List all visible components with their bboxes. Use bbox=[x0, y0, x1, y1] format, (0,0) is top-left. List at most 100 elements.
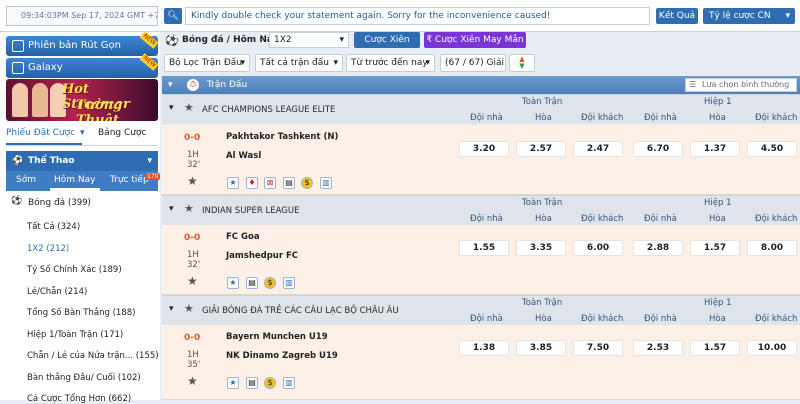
lucky-parlay-label: Cược Xiên May Mắn bbox=[435, 35, 524, 45]
results-button[interactable]: Kết Quả bbox=[656, 8, 698, 24]
tab-live[interactable]: Trực tiếp bbox=[110, 175, 149, 185]
col-home: Đội nhà bbox=[644, 113, 677, 123]
sort-toggle[interactable]: ▲ ▼ bbox=[509, 54, 535, 72]
match-filter-select[interactable]: Tất cả trận đấu ▾ bbox=[255, 54, 343, 72]
league-header[interactable]: ▾ ★ INDIAN SUPER LEAGUE Toàn Trận Hiệp 1… bbox=[162, 195, 800, 225]
col-home: Đội nhà bbox=[644, 314, 677, 324]
top-bar: 09:34:03PM Sep 17, 2024 GMT +7 🔍︎ Kindly… bbox=[0, 0, 800, 32]
live-label: Trận Đấu bbox=[207, 80, 248, 90]
menu-item-all[interactable]: Tất Cả (324) bbox=[27, 222, 80, 232]
favorite-icon[interactable]: ★ bbox=[227, 377, 239, 389]
collapse-icon[interactable]: ▾ bbox=[169, 103, 174, 113]
stats-icon[interactable]: $ bbox=[264, 377, 276, 389]
collapse-icon[interactable]: ▾ bbox=[169, 204, 174, 214]
col-home: Đội nhà bbox=[470, 113, 503, 123]
col-home: Đội nhà bbox=[644, 214, 677, 224]
sports-title: Thể Thao bbox=[28, 156, 75, 166]
favorite-star-icon[interactable]: ★ bbox=[184, 101, 194, 114]
menu-item-total-goals[interactable]: Tổng Số Bàn Thắng (188) bbox=[27, 308, 135, 318]
market-select[interactable]: 1X2 ▾ bbox=[269, 32, 349, 48]
away-team: Jamshedpur FC bbox=[226, 251, 299, 261]
odds-ft-away[interactable]: 7.50 bbox=[573, 340, 623, 356]
stats-icon[interactable]: $ bbox=[301, 177, 313, 189]
menu-item-1x2[interactable]: 1X2 (212) bbox=[27, 244, 69, 254]
odds-ft-draw[interactable]: 3.35 bbox=[516, 240, 566, 256]
tab-early[interactable]: Sớm bbox=[16, 175, 36, 185]
chevron-down-icon: ▾ bbox=[785, 11, 790, 21]
league-header[interactable]: ▾ ★ GIẢI BÓNG ĐÁ TRẺ CÁC CÂU LẠC BỘ CHÂU… bbox=[162, 295, 800, 325]
odds-h1-home[interactable]: 6.70 bbox=[633, 141, 683, 157]
league-count-select[interactable]: (67 / 67) Giải bbox=[440, 54, 506, 72]
odds-type-label: Tỷ lệ cược CN bbox=[709, 11, 771, 21]
match-minute: 32' bbox=[187, 160, 201, 170]
odds-h1-draw[interactable]: 1.37 bbox=[690, 141, 740, 157]
odds-ft-home[interactable]: 3.20 bbox=[459, 141, 509, 157]
favorite-icon[interactable]: ★ bbox=[227, 277, 239, 289]
col-away: Đội khách bbox=[581, 314, 624, 324]
sport-soccer[interactable]: ⚽ Bóng đá (399) bbox=[6, 196, 158, 212]
match-score: 0-0 bbox=[184, 133, 201, 143]
time-filter-select[interactable]: Từ trước đến nay ▾ bbox=[346, 54, 435, 72]
favorite-star-icon[interactable]: ★ bbox=[187, 274, 198, 288]
search-icon[interactable]: 🔍︎ bbox=[164, 8, 182, 24]
menu-item-odd-even[interactable]: Lẻ/Chẵn (214) bbox=[27, 287, 87, 297]
odds-h1-home[interactable]: 2.53 bbox=[633, 340, 683, 356]
tab-betslip[interactable]: Phiếu Đặt Cược bbox=[6, 128, 75, 138]
lucky-parlay-button[interactable]: ₹ Cược Xiên May Mắn bbox=[424, 32, 526, 48]
favorite-star-icon[interactable]: ★ bbox=[187, 174, 198, 188]
galaxy-icon bbox=[12, 62, 24, 74]
odds-h1-away[interactable]: 4.50 bbox=[747, 141, 797, 157]
menu-item-half-odd-even[interactable]: Chẵn / Lẻ của Nửa trận... (155) bbox=[27, 351, 159, 361]
home-team: Bayern Munchen U19 bbox=[226, 332, 328, 342]
favorite-icon[interactable]: ★ bbox=[227, 177, 239, 189]
favorite-star-icon[interactable]: ★ bbox=[187, 374, 198, 388]
league-header[interactable]: ▾ ★ AFC CHAMPIONS LEAGUE ELITE Toàn Trận… bbox=[162, 94, 800, 124]
chart-icon[interactable]: ▥ bbox=[320, 177, 332, 189]
favorite-star-icon[interactable]: ★ bbox=[184, 202, 194, 215]
odds-h1-away[interactable]: 8.00 bbox=[747, 240, 797, 256]
breadcrumb: Bóng đá / Hôm Nay bbox=[182, 35, 279, 45]
tv-icon[interactable]: ▤ bbox=[246, 377, 258, 389]
chart-icon[interactable]: ▥ bbox=[283, 377, 295, 389]
menu-item-total-over[interactable]: Cá Cược Tổng Hơn (662) bbox=[27, 394, 131, 404]
sports-header[interactable]: ⚽ Thể Thao ▾ bbox=[6, 151, 158, 171]
col-draw: Hòa bbox=[535, 214, 552, 224]
live-section-header[interactable]: ▾ ⏱ Trận Đấu ☰ Lựa chọn bình thường bbox=[162, 76, 800, 94]
match-period: 1H bbox=[187, 350, 199, 360]
league-filter-select[interactable]: Bộ Lọc Trận Đấu ▾ bbox=[164, 54, 250, 72]
collapse-icon[interactable]: ▾ bbox=[169, 304, 174, 314]
odds-type-select[interactable]: Tỷ lệ cược CN ▾ bbox=[703, 8, 795, 24]
odds-ft-draw[interactable]: 2.57 bbox=[516, 141, 566, 157]
parlay-button[interactable]: Cược Xiên bbox=[354, 32, 420, 48]
compact-version-button[interactable]: Phiên bản Rút Gọn NEW bbox=[6, 31, 159, 56]
odds-ft-home[interactable]: 1.38 bbox=[459, 340, 509, 356]
away-team: Al Wasl bbox=[226, 151, 262, 161]
parlay-icon: ₹ bbox=[426, 35, 433, 45]
hot-streamer-banner[interactable]: Hot Streamer Tường Thuật bbox=[6, 79, 158, 121]
odds-ft-draw[interactable]: 3.85 bbox=[516, 340, 566, 356]
odds-ft-away[interactable]: 2.47 bbox=[573, 141, 623, 157]
sport-count: (399) bbox=[68, 198, 91, 208]
odds-h1-home[interactable]: 2.88 bbox=[633, 240, 683, 256]
odds-ft-away[interactable]: 6.00 bbox=[573, 240, 623, 256]
sort-select[interactable]: ☰ Lựa chọn bình thường bbox=[685, 78, 797, 92]
tab-today[interactable]: Hôm Nay bbox=[54, 175, 95, 185]
collapse-icon[interactable]: ▾ bbox=[168, 76, 173, 94]
stats-icon[interactable]: $ bbox=[264, 277, 276, 289]
chart-icon[interactable]: ▥ bbox=[283, 277, 295, 289]
match-row: 0-0 1H 32' ★ Pakhtakor Tashkent (N) Al W… bbox=[162, 125, 800, 195]
tv-icon[interactable]: ▤ bbox=[283, 177, 295, 189]
tv-icon[interactable]: ▤ bbox=[246, 277, 258, 289]
odds-ft-home[interactable]: 1.55 bbox=[459, 240, 509, 256]
tab-odds-table[interactable]: Bảng Cược bbox=[98, 128, 146, 138]
odds-h1-away[interactable]: 10.00 bbox=[747, 340, 797, 356]
menu-item-first-last-goal[interactable]: Bàn thắng Đầu/ Cuối (102) bbox=[27, 373, 141, 383]
favorite-star-icon[interactable]: ★ bbox=[184, 302, 194, 315]
odds-h1-draw[interactable]: 1.57 bbox=[690, 340, 740, 356]
timer-icon: ⏱ bbox=[187, 79, 199, 91]
galaxy-button[interactable]: Galaxy NEW bbox=[6, 53, 159, 78]
betslip-tabs: Phiếu Đặt Cược ▾ Bảng Cược bbox=[6, 124, 158, 146]
menu-item-correct-score[interactable]: Tỷ Số Chính Xác (189) bbox=[27, 265, 122, 275]
odds-h1-draw[interactable]: 1.57 bbox=[690, 240, 740, 256]
menu-item-ht-ft[interactable]: Hiệp 1/Toàn Trận (171) bbox=[27, 330, 123, 340]
